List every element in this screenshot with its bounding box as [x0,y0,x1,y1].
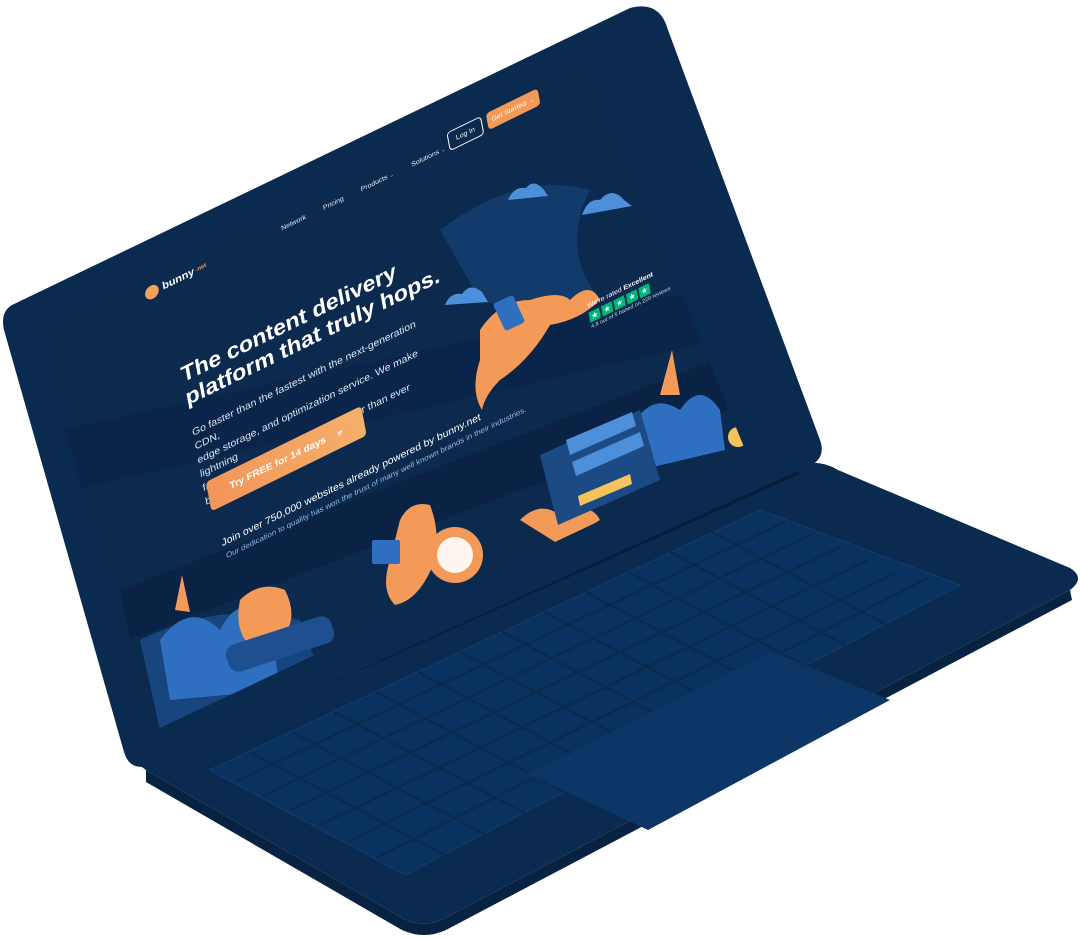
chevron-down-icon: ⌄ [440,146,447,155]
double-chevron-right-icon: » [336,426,344,439]
logo-suffix: .net [195,262,207,274]
chevron-down-icon: ⌄ [388,171,395,180]
rating-stars: ★ ★ ★ ★ ★ [588,261,695,323]
trustpilot-rating[interactable]: We're rated Excellent ★ ★ ★ ★ ★ 4.8 out … [587,252,697,330]
laptop-mockup: bunny .net Network Pricing Products ⌄ So… [0,0,1080,938]
